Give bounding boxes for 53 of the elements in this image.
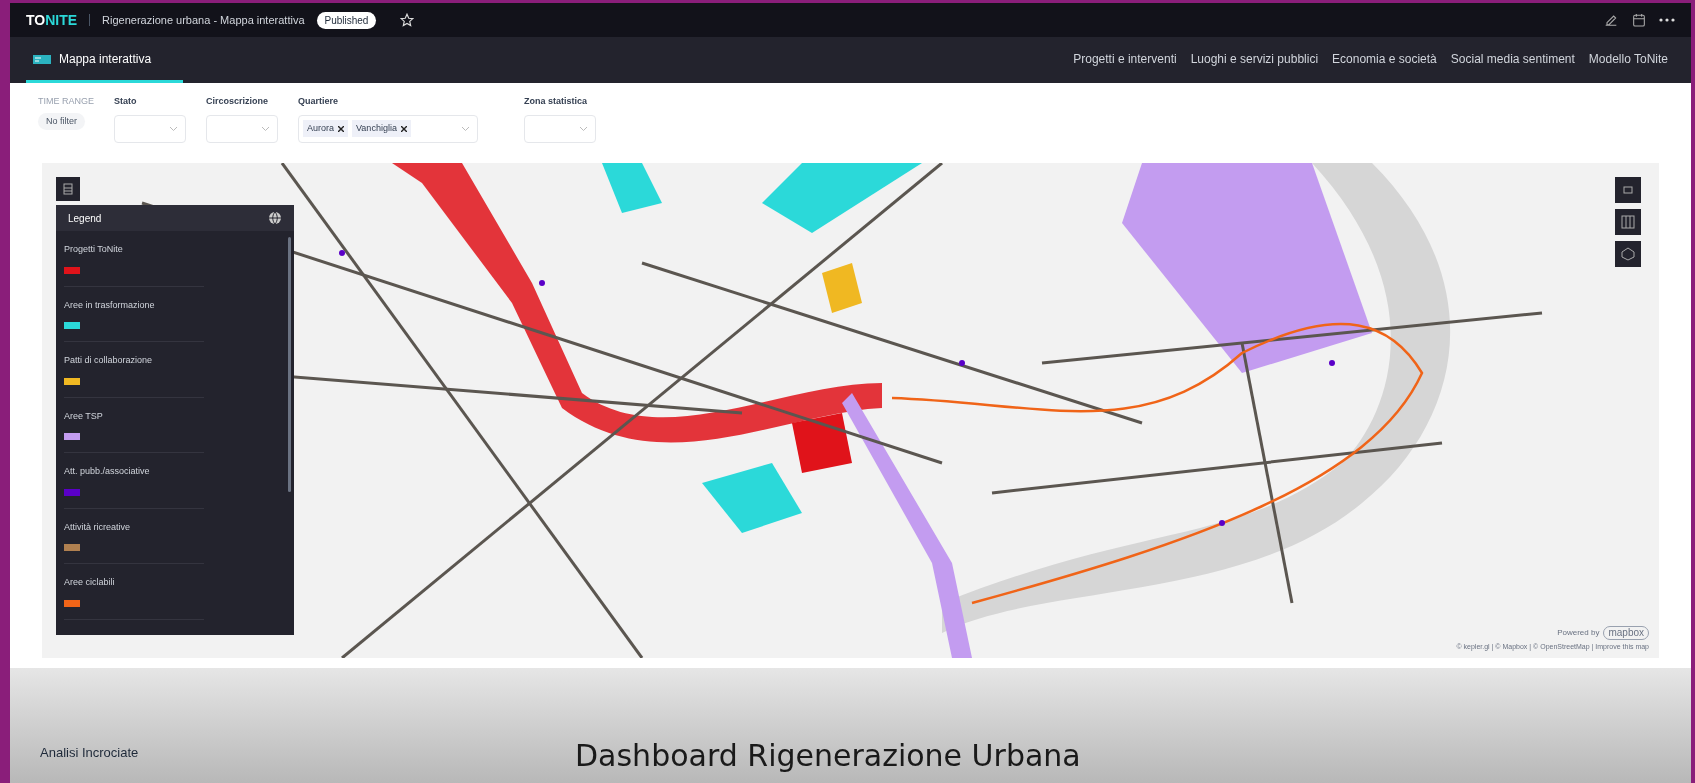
chevron-down-icon (262, 126, 269, 131)
star-icon[interactable] (400, 13, 415, 27)
brand-logo[interactable]: TONITE (26, 9, 78, 31)
legend-label: Patti di collaborazione (64, 354, 154, 367)
video-caption: Dashboard Rigenerazione Urbana (575, 737, 1081, 775)
time-range-pill[interactable]: No filter (38, 112, 85, 130)
nav-tab[interactable]: Luoghi e servizi pubblici (1183, 37, 1326, 83)
select-field[interactable] (114, 114, 186, 143)
globe-icon[interactable] (268, 211, 282, 225)
legend-label: Attività ricreative (64, 520, 132, 534)
close-icon[interactable] (338, 125, 345, 132)
nav-tab[interactable]: Economia e società (1325, 37, 1444, 83)
3d-view-button[interactable] (1615, 241, 1641, 267)
square-icon (1622, 184, 1634, 196)
filter-label: TIME RANGE (38, 95, 94, 108)
legend-label: Aree in trasformazione (64, 298, 156, 312)
select-field[interactable]: Aurora Vanchiglia (298, 114, 478, 143)
dashboard-title: Rigenerazione urbana - Mappa interattiva (102, 12, 305, 28)
map-icon (33, 52, 51, 65)
layers-icon (62, 183, 74, 195)
close-icon[interactable] (400, 125, 407, 132)
chevron-down-icon (462, 126, 469, 131)
more-icon[interactable] (1659, 17, 1675, 23)
nav-tab[interactable]: Progetti e interventi (1066, 37, 1184, 83)
legend-label: Aree ciclabili (64, 576, 116, 589)
powered-by-label: Powered by (1557, 626, 1600, 639)
filter-label: Quartiere (298, 95, 340, 108)
layers-button[interactable] (56, 177, 80, 201)
filter-label: Circoscrizione (206, 95, 270, 108)
legend-label: Aree TSP (64, 409, 104, 423)
status-badge: Published (316, 11, 377, 29)
split-map-button[interactable] (1615, 209, 1641, 235)
select-field[interactable] (524, 114, 596, 143)
scrollbar[interactable] (288, 237, 291, 492)
chevron-down-icon (580, 126, 587, 131)
filter-label: Stato (114, 95, 138, 108)
nav-tab[interactable]: Mappa interattiva (26, 37, 184, 83)
nav-tab[interactable]: Modello ToNite (1581, 37, 1675, 83)
cube-icon (1621, 247, 1635, 261)
map-control-button[interactable] (1615, 177, 1641, 203)
columns-icon (1621, 215, 1635, 229)
section-title: Analisi Incrociate (40, 744, 139, 762)
filter-tag[interactable]: Aurora (303, 119, 349, 138)
legend-title: Legend (68, 211, 102, 226)
nav-tab[interactable]: Social media sentiment (1443, 37, 1582, 83)
legend-label: Progetti ToNite (64, 243, 124, 256)
legend-label: Att. pubb./associative (64, 465, 151, 478)
pencil-icon[interactable] (1603, 12, 1619, 28)
calendar-icon[interactable] (1631, 12, 1647, 28)
filter-tag[interactable]: Vanchiglia (352, 119, 411, 138)
chevron-down-icon (170, 126, 177, 131)
filter-label: Zona statistica (524, 95, 589, 108)
select-field[interactable] (206, 114, 278, 143)
